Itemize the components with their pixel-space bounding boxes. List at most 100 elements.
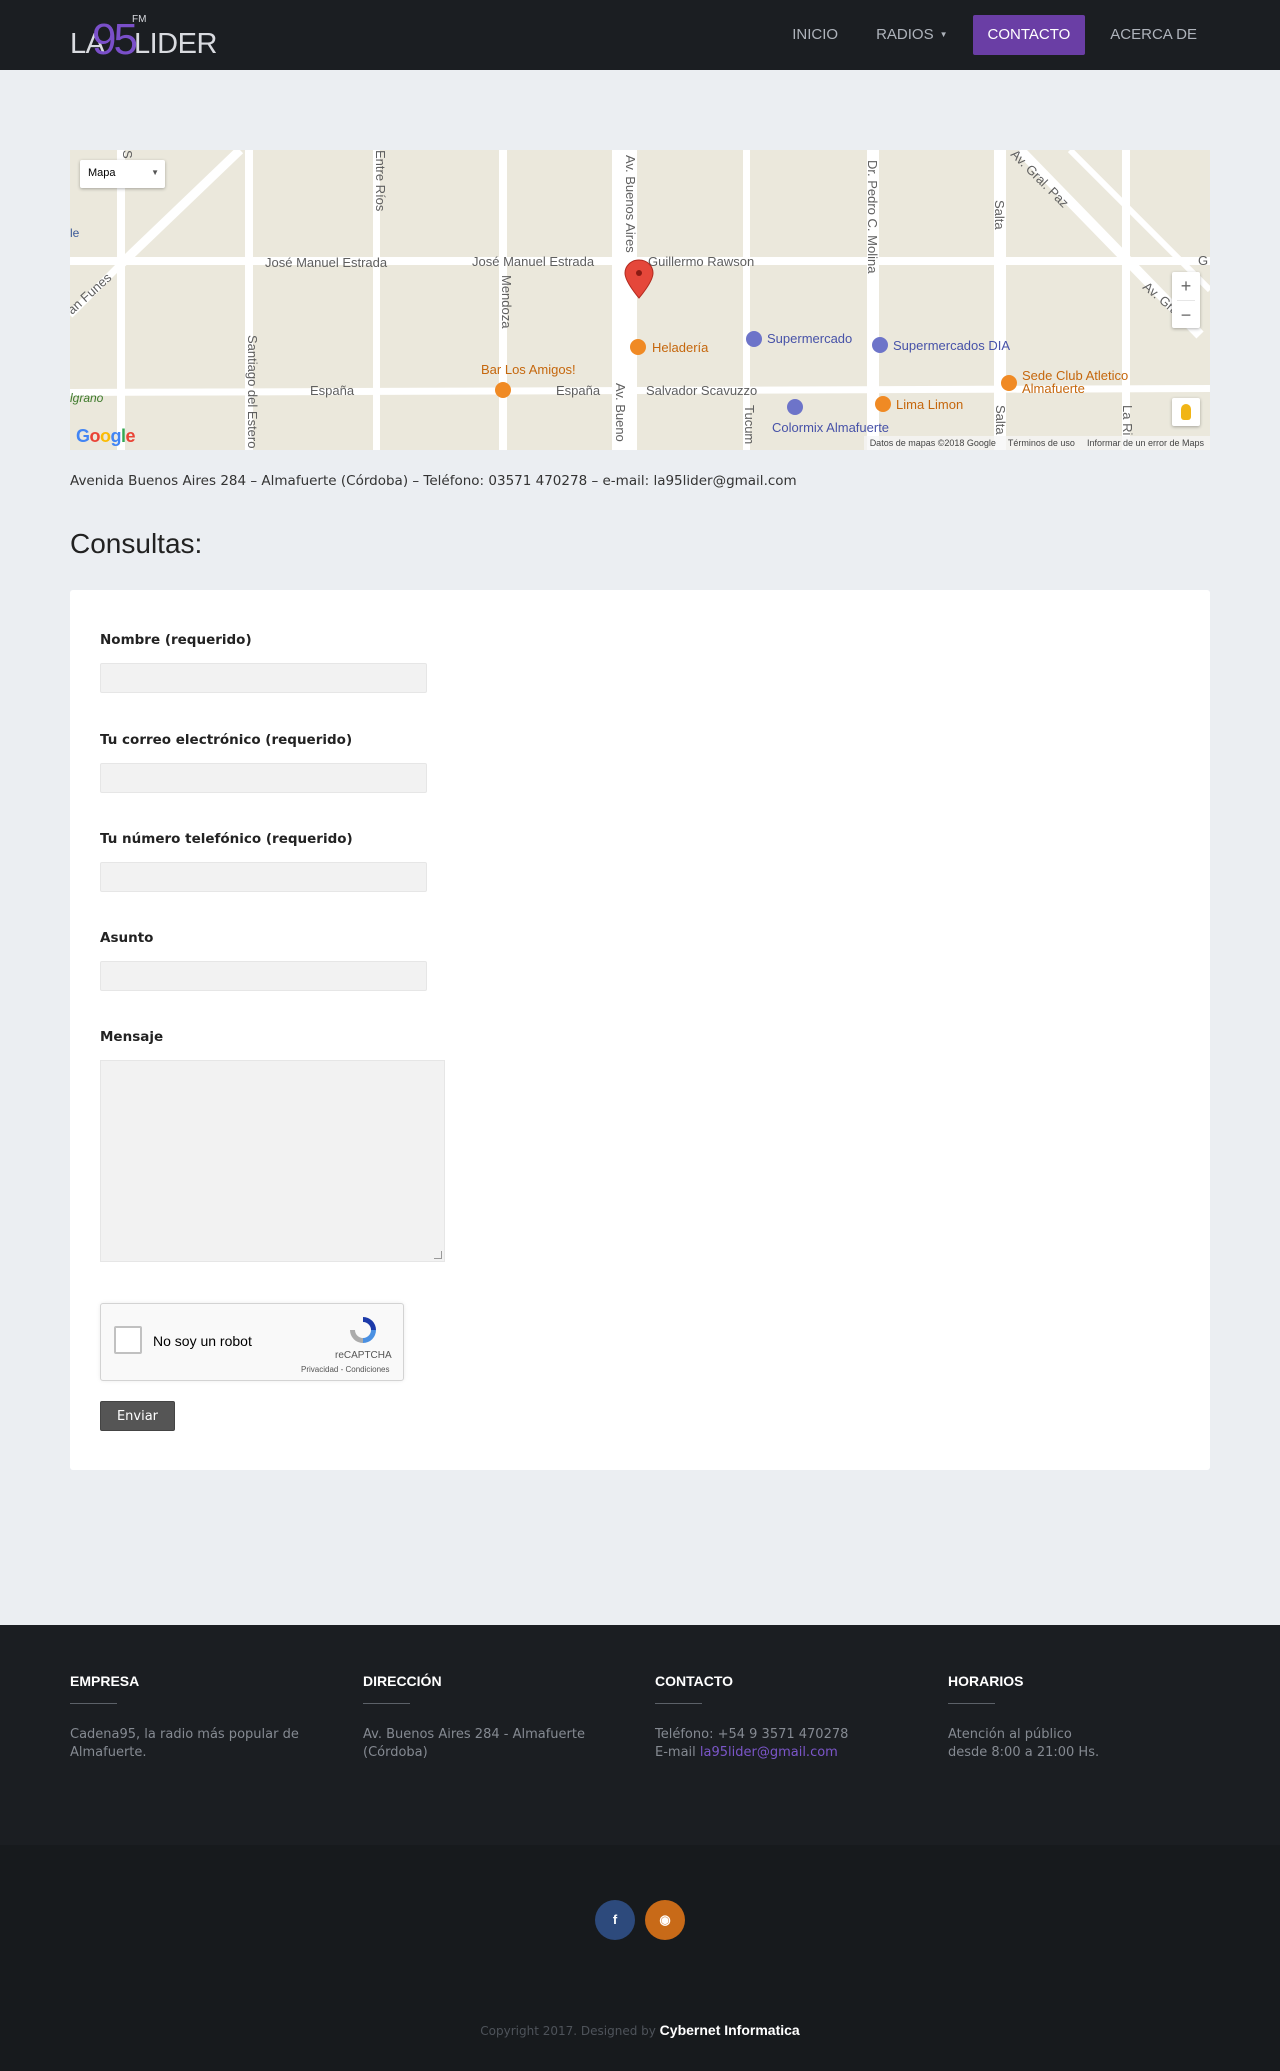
- google-map[interactable]: José Manuel Estrada José Manuel Estrada …: [70, 150, 1210, 450]
- nav-acerca-de-label: ACERCA DE: [1110, 26, 1197, 43]
- label-salta-top: Salta: [992, 200, 1007, 230]
- poi-supermercados-dia[interactable]: Supermercados DIA: [893, 338, 1010, 353]
- map-canvas[interactable]: José Manuel Estrada José Manuel Estrada …: [70, 150, 1210, 450]
- footer-bottom: f ◉ Copyright 2017. Designed by Cybernet…: [0, 1845, 1280, 2071]
- label-g: G: [1198, 253, 1208, 268]
- footer-divider: [363, 1703, 410, 1704]
- name-field[interactable]: [100, 663, 427, 693]
- poi-supermercado[interactable]: Supermercado: [767, 331, 852, 346]
- footer-empresa-text: Cadena95, la radio más popular de Almafu…: [70, 1727, 299, 1760]
- footer-horarios: HORARIOS Atención al público desde 8:00 …: [948, 1673, 1208, 1762]
- label-espana-1: España: [310, 383, 355, 398]
- nav-inicio-label: INICIO: [792, 26, 839, 43]
- poi-colormix[interactable]: Colormix Almafuerte: [772, 420, 889, 435]
- submit-button[interactable]: Enviar: [100, 1401, 175, 1431]
- shopping-cart-icon[interactable]: [872, 337, 888, 353]
- label-scavuzzo: Salvador Scavuzzo: [646, 383, 757, 398]
- label-funes: an Funes: [70, 269, 115, 317]
- site-header: LA 95 FM LIDER INICIO RADIOS ▼ CONTACTO A…: [0, 0, 1280, 70]
- email-label: Tu correo electrónico (requerido): [100, 732, 353, 748]
- footer-phone: Teléfono: +54 9 3571 470278: [655, 1727, 849, 1742]
- label-av-buenos-aires: Av. Buenos Aires: [623, 155, 638, 253]
- phone-field[interactable]: [100, 862, 427, 892]
- label-entre-rios: Entre Ríos: [373, 150, 388, 212]
- designer-link[interactable]: Cybernet Informatica: [660, 2022, 800, 2038]
- footer-horarios-line2: desde 8:00 a 21:00 Hs.: [948, 1745, 1100, 1760]
- poi-lima-limon[interactable]: Lima Limon: [896, 397, 963, 412]
- phone-label: Tu número telefónico (requerido): [100, 831, 353, 847]
- zoom-control: + −: [1172, 272, 1200, 328]
- recaptcha-checkbox[interactable]: [114, 1326, 142, 1354]
- logo-number: 95: [92, 15, 138, 64]
- nav-acerca-de[interactable]: ACERCA DE: [1097, 15, 1210, 55]
- footer-contacto: CONTACTO Teléfono: +54 9 3571 470278 E-m…: [655, 1673, 915, 1762]
- nav-contacto[interactable]: CONTACTO: [972, 15, 1086, 55]
- recaptcha-label: No soy un robot: [153, 1333, 252, 1349]
- message-label: Mensaje: [100, 1029, 164, 1045]
- footer-horarios-line1: Atención al público: [948, 1727, 1072, 1742]
- footer-horarios-text: Atención al público desde 8:00 a 21:00 H…: [948, 1726, 1208, 1762]
- footer-horarios-title: HORARIOS: [948, 1673, 1024, 1689]
- logo-fm: FM: [132, 14, 147, 25]
- name-label: Nombre (requerido): [100, 632, 252, 648]
- label-santiago: Santiago del Estero: [245, 335, 260, 448]
- message-field[interactable]: [100, 1060, 445, 1262]
- footer-contacto-title: CONTACTO: [655, 1673, 734, 1689]
- footer-direccion-text: Av. Buenos Aires 284 - Almafuerte (Córdo…: [363, 1727, 585, 1760]
- nav-inicio[interactable]: INICIO: [779, 15, 851, 55]
- label-belgrano: lgrano: [70, 391, 104, 405]
- resize-handle-icon[interactable]: [434, 1251, 442, 1259]
- map-attribution: Datos de mapas ©2018 Google Términos de …: [863, 436, 1210, 450]
- map-data-credit: Datos de mapas ©2018 Google: [869, 438, 996, 448]
- shopping-bag-icon[interactable]: [787, 399, 803, 415]
- google-logo-g2: g: [110, 426, 122, 446]
- google-logo: Google: [76, 426, 136, 447]
- poi-sede-club-2[interactable]: Almafuerte: [1022, 381, 1085, 396]
- label-molina: Dr. Pedro C. Molina: [865, 160, 880, 274]
- recaptcha-widget: No soy un robot reCAPTCHA Privacidad - C…: [100, 1303, 404, 1381]
- google-logo-e: e: [125, 426, 136, 446]
- label-ie: le: [70, 226, 80, 240]
- label-rawson: Guillermo Rawson: [648, 254, 754, 269]
- facebook-icon[interactable]: f: [595, 1900, 635, 1940]
- zoom-out-button[interactable]: −: [1172, 301, 1200, 329]
- map-type-select[interactable]: Mapa ▼: [80, 160, 165, 188]
- logo-suffix: LIDER: [134, 28, 217, 60]
- map-report-link[interactable]: Informar de un error de Maps: [1087, 438, 1204, 448]
- bar-icon[interactable]: [495, 382, 511, 398]
- site-logo[interactable]: LA 95 FM LIDER: [70, 14, 220, 64]
- restaurant-icon[interactable]: [875, 396, 891, 412]
- footer-email-link[interactable]: la95lider@gmail.com: [700, 1745, 838, 1760]
- google-logo-g: G: [76, 426, 90, 446]
- recaptcha-icon: [350, 1317, 376, 1343]
- label-gral-paz: Av. Gral. Paz: [1008, 150, 1072, 210]
- subject-field[interactable]: [100, 961, 427, 991]
- nav-radios-label: RADIOS: [876, 26, 934, 43]
- chevron-down-icon: ▼: [939, 30, 948, 39]
- rss-icon[interactable]: ◉: [645, 1900, 685, 1940]
- zoom-in-button[interactable]: +: [1172, 272, 1200, 300]
- footer-direccion-title: DIRECCIÓN: [363, 1673, 442, 1689]
- poi-bar-los-amigos[interactable]: Bar Los Amigos!: [481, 362, 576, 377]
- nav-radios[interactable]: RADIOS ▼: [863, 15, 960, 55]
- google-logo-o1: o: [89, 426, 101, 446]
- shopping-cart-icon[interactable]: [746, 331, 762, 347]
- footer-divider: [655, 1703, 702, 1704]
- copyright-text: Copyright 2017. Designed by: [480, 2024, 660, 2038]
- pegman-icon[interactable]: [1172, 398, 1200, 426]
- label-av-bueno: Av. Bueno: [613, 383, 628, 442]
- map-terms-link[interactable]: Términos de uso: [1008, 438, 1075, 448]
- poi-heladeria[interactable]: Heladería: [652, 340, 709, 355]
- bar-icon[interactable]: [1001, 375, 1017, 391]
- restaurant-icon[interactable]: [630, 339, 646, 355]
- contact-address: Avenida Buenos Aires 284 – Almafuerte (C…: [70, 473, 797, 489]
- recaptcha-links[interactable]: Privacidad - Condiciones: [301, 1365, 390, 1374]
- email-field[interactable]: [100, 763, 427, 793]
- footer-empresa: EMPRESA Cadena95, la radio más popular d…: [70, 1673, 330, 1762]
- label-mendoza: Mendoza: [499, 275, 514, 329]
- subject-label: Asunto: [100, 930, 154, 946]
- label-espana-2: España: [556, 383, 601, 398]
- copyright: Copyright 2017. Designed by Cybernet Inf…: [0, 2022, 1280, 2038]
- google-logo-o2: o: [100, 426, 111, 446]
- pegman-figure: [1181, 404, 1191, 420]
